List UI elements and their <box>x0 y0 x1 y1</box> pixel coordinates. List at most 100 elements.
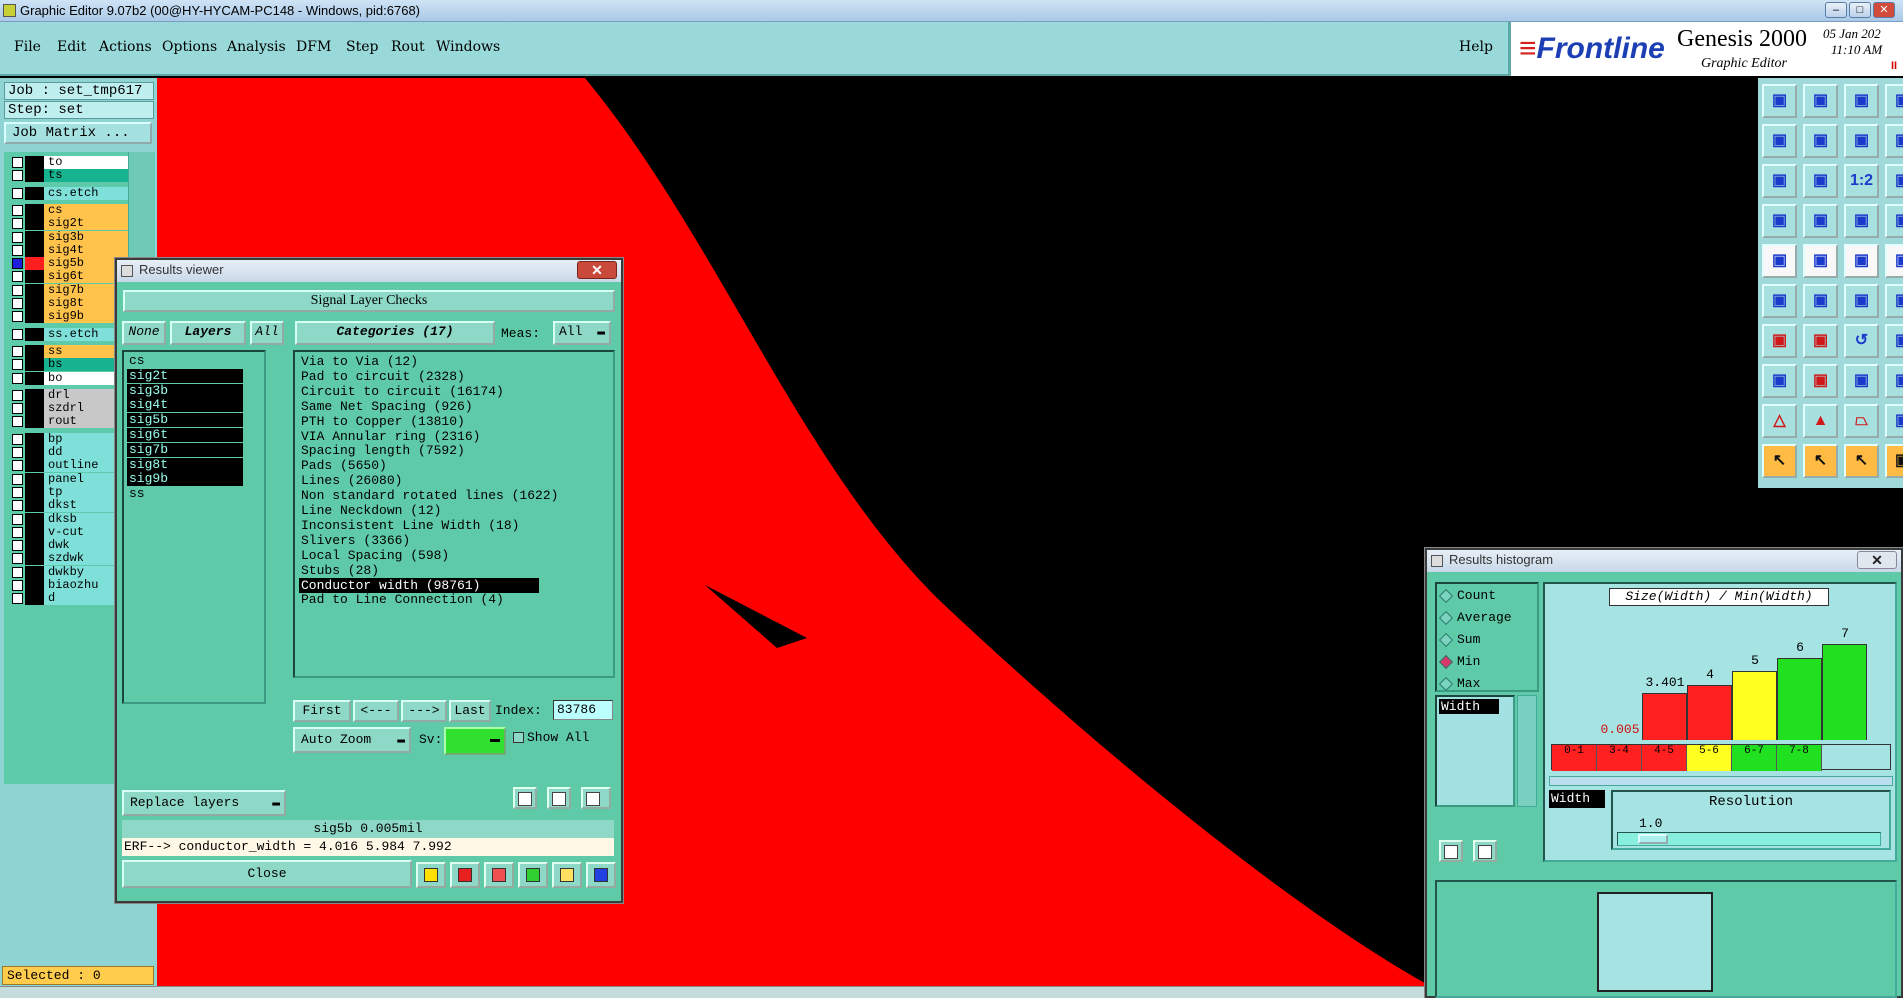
menu-actions[interactable]: Actions <box>99 39 152 55</box>
layer-checkbox[interactable] <box>12 540 23 552</box>
aggregate-option-sum[interactable]: Sum <box>1438 632 1480 647</box>
layer-row[interactable]: szdwk <box>8 552 129 566</box>
layer-checkbox[interactable] <box>12 460 23 472</box>
fit-view-button[interactable]: ▣ <box>1762 164 1797 198</box>
list-icon[interactable] <box>552 862 582 888</box>
triangle-filled-button[interactable]: ▲ <box>1803 404 1838 438</box>
last-button[interactable]: Last <box>449 700 491 722</box>
grid-button[interactable]: ▣ <box>1803 204 1838 238</box>
category-item[interactable]: Non standard rotated lines (1622) <box>299 488 558 503</box>
layer-row[interactable]: sig8t <box>8 297 129 310</box>
close-window-button[interactable]: ✕ <box>1873 2 1895 18</box>
layer-row[interactable]: sig9b <box>8 310 129 324</box>
layer-checkbox[interactable] <box>12 231 23 243</box>
aggregate-option-min[interactable]: Min <box>1438 654 1480 669</box>
tab-categories[interactable]: Categories (17) <box>295 321 495 345</box>
snapshot-button[interactable]: ▣ <box>1762 244 1797 278</box>
diagonal-line-button[interactable]: ▣ <box>1803 324 1838 358</box>
results-viewer-close-icon[interactable]: ✕ <box>577 261 617 279</box>
layer-row[interactable]: outline <box>8 459 129 473</box>
slope-line-button[interactable]: ▣ <box>1762 324 1797 358</box>
layer-row[interactable]: dksb <box>8 512 129 526</box>
category-item[interactable]: Line Neckdown (12) <box>299 503 539 518</box>
edit-node-button[interactable]: ▣ <box>1885 284 1903 318</box>
layers-listbox[interactable]: cs sig2t sig3b sig4t sig5b sig6t sig7b sig8t sig… <box>122 350 266 704</box>
layer-row[interactable]: panel <box>8 472 129 486</box>
menu-analysis[interactable]: Analysis <box>227 39 286 55</box>
layer-checkbox[interactable] <box>12 553 23 565</box>
ruler-icon[interactable] <box>416 862 446 888</box>
layer-checkbox[interactable] <box>12 447 23 458</box>
category-item[interactable]: Pad to Line Connection (4) <box>299 592 539 607</box>
category-item[interactable]: VIA Annular ring (2316) <box>299 429 539 444</box>
numbering-icon[interactable] <box>518 862 548 888</box>
layer-checkbox[interactable] <box>12 372 23 384</box>
category-item[interactable]: Pads (5650) <box>299 458 539 473</box>
home-view-button[interactable]: ▣ <box>1844 84 1879 118</box>
show-all-checkbox[interactable] <box>513 732 524 743</box>
histogram-bar[interactable] <box>1822 644 1867 740</box>
histogram-ref-button[interactable] <box>1473 840 1497 862</box>
layer-row[interactable]: bs <box>8 358 129 372</box>
layer-row[interactable]: cs <box>8 203 129 217</box>
layer-checkbox[interactable] <box>12 170 23 182</box>
layer-checkbox[interactable] <box>12 284 23 296</box>
measure-button[interactable]: ▣ <box>1762 204 1797 238</box>
field-listbox[interactable]: Width <box>1435 695 1515 807</box>
resolution-slider[interactable] <box>1617 832 1881 846</box>
arc-tool-button[interactable]: ↺ <box>1844 324 1879 358</box>
menu-rout[interactable]: Rout <box>391 39 425 55</box>
index-field[interactable]: 83786 <box>553 700 613 720</box>
histogram-bar[interactable] <box>1687 685 1732 740</box>
layer-checkbox[interactable] <box>12 204 23 216</box>
layer-checkbox[interactable] <box>12 258 23 270</box>
layer-checkbox[interactable] <box>12 244 23 256</box>
layer-row[interactable]: bo <box>8 371 129 385</box>
layer-row[interactable]: sig5b <box>8 257 129 271</box>
connect-nodes-button[interactable]: ▣ <box>1762 284 1797 318</box>
result-layer-item[interactable]: sig4t <box>127 398 243 413</box>
category-item[interactable]: Stubs (28) <box>299 563 539 578</box>
select-area-button[interactable]: ↖ <box>1844 444 1879 478</box>
shape-button[interactable]: ▣ <box>1885 404 1903 438</box>
layer-checkbox[interactable] <box>12 218 23 230</box>
menu-help[interactable]: Help <box>1459 39 1493 55</box>
layer-checkbox[interactable] <box>12 473 23 485</box>
layer-checkbox[interactable] <box>12 580 23 591</box>
category-item[interactable]: Slivers (3366) <box>299 533 539 548</box>
histogram-close-icon[interactable]: ✕ <box>1857 551 1897 569</box>
layer-row[interactable]: ss <box>8 344 129 358</box>
category-item[interactable]: PTH to Copper (13810) <box>299 414 539 429</box>
layer-row[interactable]: v-cut <box>8 525 129 539</box>
layer-checkbox[interactable] <box>12 486 23 498</box>
layer-checkbox[interactable] <box>12 298 23 309</box>
layer-checkbox[interactable] <box>12 566 23 578</box>
category-item[interactable]: Same Net Spacing (926) <box>299 399 539 414</box>
layer-row[interactable]: sig3b <box>8 230 129 244</box>
layers-all-button[interactable]: All <box>250 321 284 345</box>
zoom-area-button[interactable]: ▣ <box>1803 164 1838 198</box>
layer-row[interactable]: to <box>8 156 129 169</box>
menu-step[interactable]: Step <box>346 39 378 55</box>
open-step-button[interactable]: ▣ <box>1803 84 1838 118</box>
export-button[interactable]: ▣ <box>1803 124 1838 158</box>
layer-row[interactable]: dwk <box>8 539 129 553</box>
layer-checkbox[interactable] <box>12 416 23 428</box>
result-layer-item[interactable]: sig6t <box>127 428 243 442</box>
help-button[interactable]: ▣ <box>1885 164 1903 198</box>
layer-row[interactable]: cs.etch <box>8 186 129 200</box>
histogram-icon[interactable] <box>586 862 616 888</box>
layer-row[interactable]: sig4t <box>8 243 129 257</box>
category-item[interactable]: Conductor width (98761) <box>299 577 539 593</box>
layer-checkbox[interactable] <box>12 359 23 371</box>
scale-1-2-button[interactable]: 1:2 <box>1844 164 1879 198</box>
layer-row[interactable]: ts <box>8 169 129 183</box>
aggregate-option-max[interactable]: Max <box>1438 676 1480 691</box>
result-layer-item[interactable]: ss <box>127 487 243 501</box>
layer-checkbox[interactable] <box>12 513 23 525</box>
menu-edit[interactable]: Edit <box>57 39 86 55</box>
auto-zoom-select[interactable]: Auto Zoom ▬ <box>293 727 411 753</box>
category-item[interactable]: Spacing length (7592) <box>299 443 539 458</box>
layer-checkbox[interactable] <box>12 500 23 512</box>
menu-options[interactable]: Options <box>162 39 217 55</box>
